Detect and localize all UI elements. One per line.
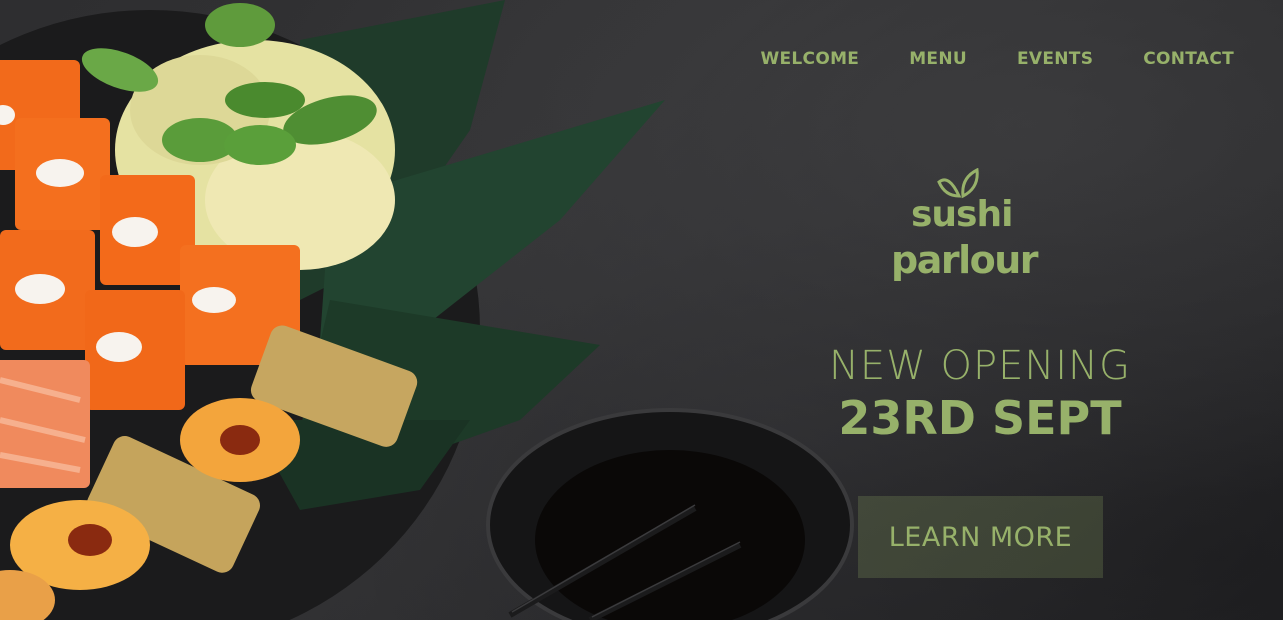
logo: sushi parlour — [885, 166, 1045, 296]
microgreen-shape — [224, 125, 296, 165]
nav-item-events[interactable]: EVENTS — [1017, 47, 1093, 71]
nav-item-welcome[interactable]: WELCOME — [760, 47, 859, 71]
learn-more-button[interactable]: LEARN MORE — [858, 496, 1103, 578]
hero-date: 23RD SEPT — [838, 391, 1122, 445]
nav-item-contact[interactable]: CONTACT — [1143, 47, 1234, 71]
microgreen-shape — [205, 3, 275, 47]
nav-item-menu[interactable]: MENU — [909, 47, 967, 71]
main-nav: WELCOME MENU EVENTS CONTACT — [710, 47, 1234, 71]
logo-text-line2: parlour — [891, 238, 1039, 282]
hero-title: NEW OPENING — [829, 343, 1131, 389]
microgreen-shape — [225, 82, 305, 118]
logo-text-line1: sushi — [911, 194, 1013, 235]
